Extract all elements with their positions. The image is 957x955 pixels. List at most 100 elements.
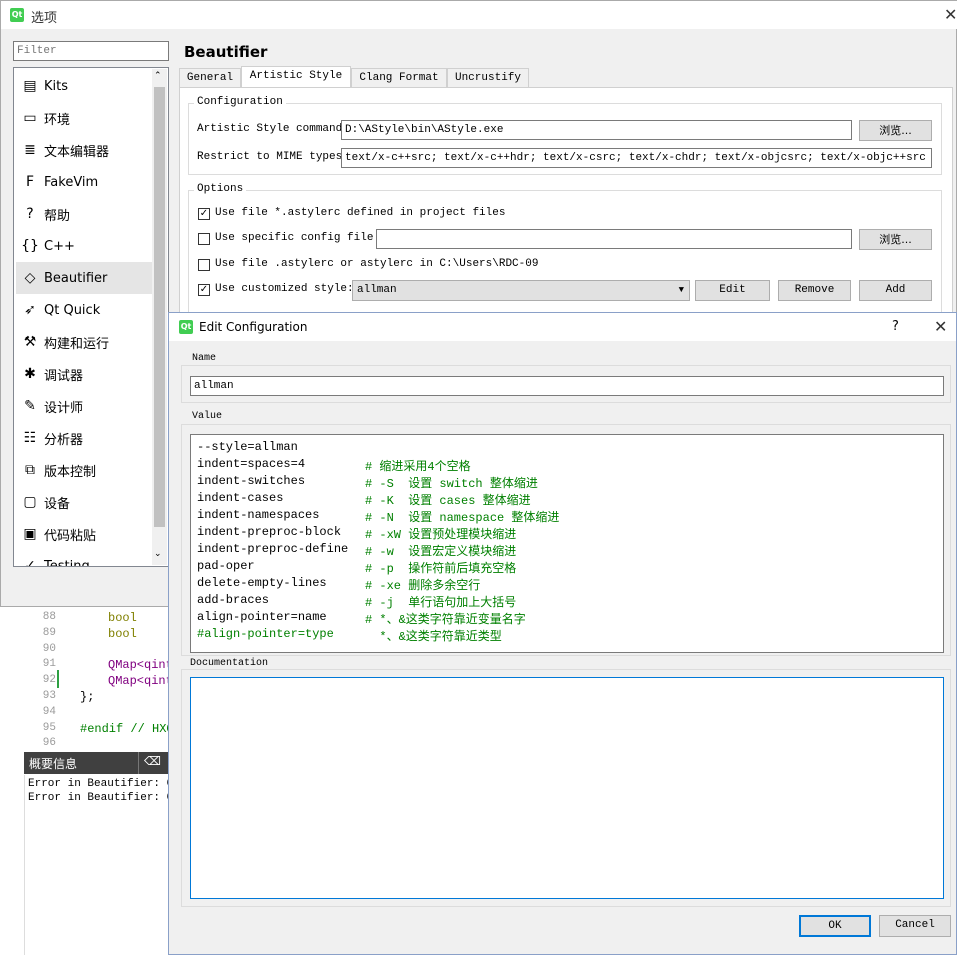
tab-uncrustify[interactable]: Uncrustify xyxy=(447,68,529,87)
browse-specific-button[interactable]: 浏览... xyxy=(859,229,932,250)
close-icon[interactable]: ✕ xyxy=(934,317,947,336)
use-project-file-checkbox[interactable]: ✓ xyxy=(198,208,210,220)
line-number: 96 xyxy=(42,737,56,750)
remove-button[interactable]: Remove xyxy=(778,280,851,301)
qt-logo-icon: Qt xyxy=(10,8,24,22)
summary-panel-header: 概要信息 ⌫ xyxy=(24,752,170,774)
value-line-code: #align-pointer=type xyxy=(197,627,334,641)
close-icon[interactable]: ✕ xyxy=(944,5,957,24)
sidebar-item--[interactable]: ⧉ 版本控制 xyxy=(16,454,152,486)
help-icon[interactable]: ? xyxy=(892,319,899,334)
sidebar-item-label: 分析器 xyxy=(44,432,84,448)
documentation-editor[interactable] xyxy=(190,677,944,899)
sidebar-item-kits[interactable]: ▤ Kits xyxy=(16,70,152,102)
filter-input[interactable] xyxy=(13,41,169,61)
sidebar-item-label: 文本编辑器 xyxy=(44,144,110,160)
ok-button[interactable]: OK xyxy=(799,915,871,937)
sidebar-item-label: FakeVim xyxy=(44,174,99,190)
sidebar-item-beautifier[interactable]: ◇ Beautifier xyxy=(16,262,152,294)
command-label: Artistic Style command: xyxy=(197,123,349,135)
line-number: 90 xyxy=(42,642,56,655)
sidebar-item--[interactable]: ≣ 文本编辑器 xyxy=(16,134,152,166)
mime-label: Restrict to MIME types: xyxy=(197,151,349,163)
scrollbar-thumb[interactable] xyxy=(154,87,165,527)
sidebar-item-label: 代码粘贴 xyxy=(44,528,97,544)
change-marker xyxy=(57,670,59,688)
sidebar-item-label: Qt Quick xyxy=(44,302,101,318)
sidebar-item-label: 设计师 xyxy=(44,400,84,416)
sidebar-item-label: C++ xyxy=(44,238,75,254)
value-line-comment: # -xW 设置预处理模块缩进 xyxy=(365,528,517,542)
sidebar-item--[interactable]: ▭ 环境 xyxy=(16,102,152,134)
edit-button[interactable]: Edit xyxy=(695,280,770,301)
sidebar-item-c-[interactable]: {} C++ xyxy=(16,230,152,262)
use-specific-file-checkbox[interactable] xyxy=(198,233,210,245)
specific-file-input[interactable] xyxy=(376,229,852,249)
paste-icon: ▣ xyxy=(23,526,37,542)
value-editor[interactable]: --style=allman indent=spaces=4 # 缩进采用4个空格 i… xyxy=(190,434,944,653)
value-line-code: indent-switches xyxy=(197,474,306,488)
options-title: 选项 xyxy=(31,11,58,26)
documentation-label: Documentation xyxy=(190,658,269,669)
scroll-up-icon[interactable]: ⌃ xyxy=(154,71,162,81)
use-home-file-checkbox[interactable] xyxy=(198,259,210,271)
line-number: 92 xyxy=(42,674,56,687)
sidebar-item--[interactable]: ☷ 分析器 xyxy=(16,422,152,454)
dropdown-arrow-icon: ▼ xyxy=(678,285,684,295)
code-line: bool xyxy=(108,626,137,641)
sidebar-item--[interactable]: ? 帮助 xyxy=(16,198,152,230)
value-line-comment: # -S 设置 switch 整体缩进 xyxy=(365,477,538,491)
use-project-file-label: Use file *.astylerc defined in project f… xyxy=(215,207,506,219)
tab-clang-format[interactable]: Clang Format xyxy=(351,68,447,87)
sidebar-item--[interactable]: ▣ 代码粘贴 xyxy=(16,518,152,550)
bug-icon: ✱ xyxy=(24,366,36,382)
custom-style-select[interactable]: allman ▼ xyxy=(352,280,690,301)
line-number: 91 xyxy=(42,658,56,671)
sidebar-item-testing[interactable]: ✓ Testing xyxy=(16,550,152,567)
divider xyxy=(138,752,139,774)
sidebar-item--[interactable]: ⚒ 构建和运行 xyxy=(16,326,152,358)
browse-command-button[interactable]: 浏览... xyxy=(859,120,932,141)
pencil-icon: ✎ xyxy=(24,398,36,414)
value-line-comment: # 缩进采用4个空格 xyxy=(365,460,471,474)
use-custom-style-checkbox[interactable]: ✓ xyxy=(198,284,210,296)
monitor-icon: ▭ xyxy=(23,110,37,126)
clear-icon[interactable]: ⌫ xyxy=(144,754,161,768)
value-line-comment: # -K 设置 cases 整体缩进 xyxy=(365,494,531,508)
add-button[interactable]: Add xyxy=(859,280,932,301)
sidebar-item-label: Kits xyxy=(44,78,69,94)
sidebar-item-qt-quick[interactable]: ➶ Qt Quick xyxy=(16,294,152,326)
sidebar-item-label: 帮助 xyxy=(44,208,71,224)
cancel-button[interactable]: Cancel xyxy=(879,915,951,937)
command-input[interactable] xyxy=(341,120,852,140)
output-line: Error in Beautifier: Can xyxy=(28,792,187,804)
value-line-code: add-braces xyxy=(197,593,270,607)
tab-general[interactable]: General xyxy=(179,68,241,87)
configuration-title: Configuration xyxy=(194,96,286,108)
sidebar-item-label: 版本控制 xyxy=(44,464,97,480)
sidebar-item--[interactable]: ✎ 设计师 xyxy=(16,390,152,422)
custom-style-value: allman xyxy=(357,284,397,296)
scroll-down-icon[interactable]: ⌄ xyxy=(154,549,162,559)
output-line: Error in Beautifier: Can xyxy=(28,778,187,790)
options-titlebar: Qt 选项 ✕ xyxy=(1,1,957,29)
sidebar-item-label: 调试器 xyxy=(44,368,84,384)
mime-input[interactable] xyxy=(341,148,932,168)
line-number: 94 xyxy=(42,705,56,718)
text-editor-icon: ≣ xyxy=(24,142,36,158)
sidebar-scrollbar[interactable]: ⌃ ⌄ xyxy=(152,69,167,565)
code-line: #endif // HXO xyxy=(80,721,174,736)
sidebar-item--[interactable]: ✱ 调试器 xyxy=(16,358,152,390)
value-line-code: indent-preproc-block xyxy=(197,525,342,539)
name-input[interactable] xyxy=(190,376,944,396)
tab-artistic-style[interactable]: Artistic Style xyxy=(241,66,351,88)
version-control-icon: ⧉ xyxy=(25,462,35,478)
line-number: 93 xyxy=(42,690,56,702)
sidebar-item-fakevim[interactable]: F FakeVim xyxy=(16,166,152,198)
sidebar-item--[interactable]: ▢ 设备 xyxy=(16,486,152,518)
value-line-comment: # -w 设置宏定义模块缩进 xyxy=(365,545,517,559)
use-home-file-label: Use file .astylerc or astylerc in C:\Use… xyxy=(215,258,539,270)
testing-icon: ✓ xyxy=(24,558,36,567)
code-line: bool xyxy=(108,611,137,625)
value-line-code: indent-preproc-define xyxy=(197,542,349,556)
